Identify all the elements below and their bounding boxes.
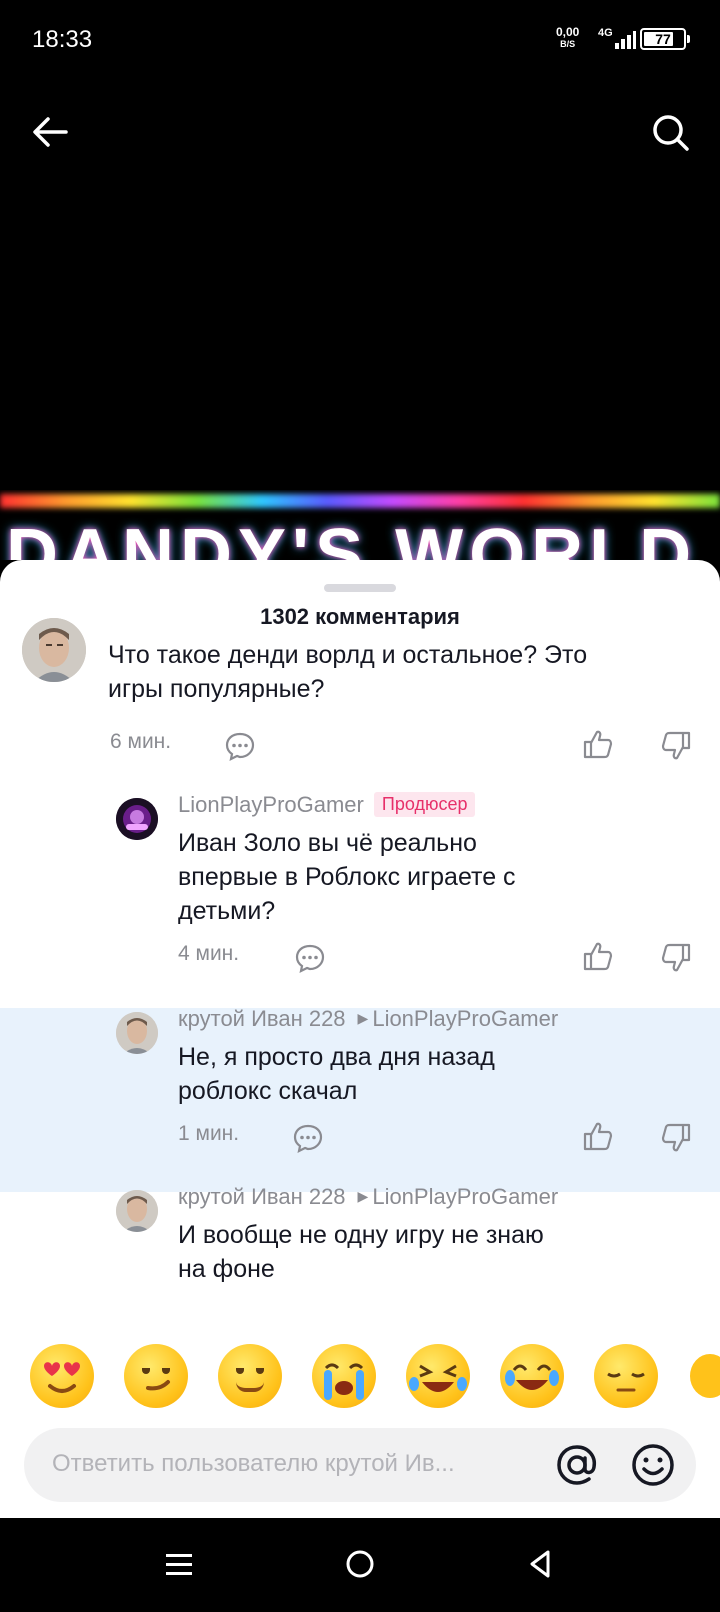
author-name[interactable]: LionPlayProGamer [178,792,364,817]
smirk-emoji[interactable] [124,1344,188,1408]
network-speed-unit: B/S [560,39,576,49]
comment-time: 1 мин. [178,1122,240,1145]
rofl-emoji[interactable] [406,1344,470,1408]
comment-text-line: И вообще не одну игру не знаю [178,1221,544,1249]
pensive-emoji[interactable] [594,1344,658,1408]
nav-back-icon[interactable] [524,1548,556,1580]
heart-eyes-emoji[interactable] [30,1344,94,1408]
partial-emoji[interactable] [690,1354,720,1408]
reply-arrow-icon: ▶ [357,1188,369,1204]
comment-text-line: Иван Золо вы чё реально [178,829,477,857]
search-icon[interactable] [648,110,692,154]
drag-handle[interactable] [324,584,396,592]
comment-text-line: впервые в Роблокс играете с [178,863,516,891]
producer-badge: Продюсер [373,792,476,817]
like-icon[interactable] [582,728,614,760]
joy-face-icon [505,1364,559,1390]
author-name[interactable]: крутой Иван 228 [178,1184,346,1209]
like-icon[interactable] [582,1120,614,1152]
reply-comment-icon[interactable] [294,942,326,974]
avatar[interactable] [116,1190,158,1232]
comment-text: Что такое денди ворлд и остальное? Это и… [108,638,668,706]
video-title-overlay: DANDY'S WORLD [0,490,720,560]
reply-input[interactable]: Ответить пользователю крутой Ив... [24,1428,696,1502]
avatar-face-icon [116,1190,158,1232]
joy-emoji[interactable] [500,1344,564,1408]
crying-emoji[interactable] [312,1344,376,1408]
reply-to-name[interactable]: LionPlayProGamer [372,1006,558,1031]
blush-emoji[interactable] [218,1344,282,1408]
dislike-icon[interactable] [660,730,692,762]
system-nav-bar [0,1518,720,1612]
comment-count: 1302 комментария [260,604,460,629]
comment-text-line: детьми? [178,897,276,925]
rofl-face-icon [409,1364,467,1392]
home-icon[interactable] [344,1548,376,1580]
comment-text: Иван Золо вы чё реально впервые в Роблок… [178,826,678,928]
battery-icon: 77 [640,28,690,50]
avatar[interactable] [116,1012,158,1054]
battery-cap [687,35,690,43]
emoji-bar [0,1344,720,1414]
battery-level: 77 [655,31,671,47]
avatar-gamer-icon [116,798,158,840]
comment-text-line: Что такое денди ворлд и остальное? Это [108,641,588,669]
mention-at-icon[interactable] [554,1442,600,1488]
reply-to-name[interactable]: LionPlayProGamer [372,1184,558,1209]
comment-text-line: игры популярные? [108,675,325,703]
crying-face-icon [324,1363,364,1400]
author-name[interactable]: крутой Иван 228 [178,1006,346,1031]
comment-author: крутой Иван 228 ▶ LionPlayProGamer [178,1006,558,1032]
comment-text-line: на фоне [178,1255,275,1283]
comment-text: Не, я просто два дня назад роблокс скача… [178,1040,678,1108]
recent-apps-icon[interactable] [164,1550,194,1580]
network-speed-value: 0,00 [556,25,580,39]
rainbow-stripe [0,494,720,508]
comment-text-line: роблокс скачал [178,1077,358,1105]
pensive-face-icon [607,1372,645,1392]
smirk-mouth-icon [146,1380,170,1391]
comment-text-line: Не, я просто два дня назад [178,1043,495,1071]
reply-comment-icon[interactable] [224,730,256,762]
avatar[interactable] [116,798,158,840]
reply-arrow-icon: ▶ [357,1010,369,1026]
avatar[interactable] [22,618,86,682]
reply-comment-icon[interactable] [292,1122,324,1154]
network-type: 4G [598,27,613,39]
like-icon[interactable] [582,940,614,972]
back-arrow-icon[interactable] [28,110,72,154]
avatar-face-icon [116,1012,158,1054]
status-bar: 18:33 0,00 B/S 4G 77 [0,0,720,80]
avatar-face-icon [22,618,86,682]
comment-time: 6 мин. [110,730,172,753]
comment-text: И вообще не одну игру не знаю на фоне [178,1218,678,1286]
dislike-icon[interactable] [660,1122,692,1154]
dislike-icon[interactable] [660,942,692,974]
reply-input-placeholder[interactable]: Ответить пользователю крутой Ив... [52,1450,522,1478]
network-speed: 0,00 B/S [556,26,579,50]
heart-eyes-icon [44,1362,80,1393]
comment-author: крутой Иван 228 ▶ LionPlayProGamer [178,1184,558,1210]
emoji-picker-icon[interactable] [630,1442,676,1488]
signal-icon [615,31,636,49]
video-overlay-text: DANDY'S WORLD [6,515,698,560]
comment-time: 4 мин. [178,942,240,965]
top-nav [0,90,720,170]
comment-author: LionPlayProGamer Продюсер [178,792,476,819]
status-time: 18:33 [32,26,93,53]
